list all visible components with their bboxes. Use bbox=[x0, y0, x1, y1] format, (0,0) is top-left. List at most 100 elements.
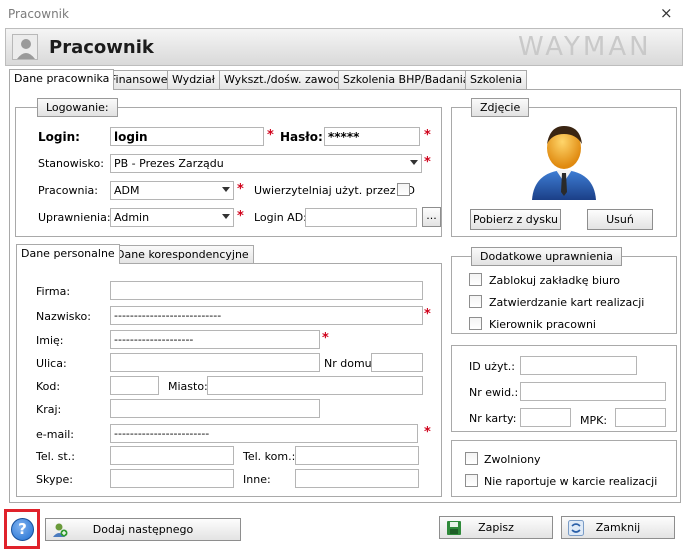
required-mark: * bbox=[424, 425, 431, 440]
required-mark: * bbox=[424, 155, 431, 170]
tab-wyksztalcenie[interactable]: Wykszt./dośw. zawod. bbox=[219, 70, 349, 89]
required-mark: * bbox=[237, 209, 244, 224]
help-icon[interactable]: ? bbox=[11, 518, 34, 541]
close-button[interactable]: Zamknij bbox=[561, 516, 675, 539]
login-group-title: Logowanie: bbox=[37, 98, 118, 117]
tab-szkolenia-bhp[interactable]: Szkolenia BHP/Badania bbox=[338, 70, 475, 89]
imie-input[interactable]: -------------------- bbox=[110, 330, 320, 349]
login-input[interactable]: login bbox=[110, 127, 264, 146]
firma-input[interactable] bbox=[110, 281, 423, 300]
dialog-title: Pracownik bbox=[49, 37, 154, 58]
help-highlight: ? bbox=[4, 509, 40, 549]
approve-cards-checkbox[interactable] bbox=[469, 295, 482, 308]
nr-ewid-input[interactable] bbox=[520, 382, 666, 401]
add-next-button[interactable]: Dodaj następnego bbox=[45, 518, 241, 541]
required-mark: * bbox=[424, 128, 431, 143]
position-label: Stanowisko: bbox=[38, 157, 104, 170]
chevron-down-icon bbox=[410, 160, 418, 165]
nazwisko-label: Nazwisko: bbox=[36, 310, 91, 323]
add-next-label: Dodaj następnego bbox=[92, 523, 194, 536]
workshop-value: ADM bbox=[114, 184, 140, 197]
wayman-logo: WAYMAN bbox=[518, 32, 652, 62]
workshop-label: Pracownia: bbox=[38, 184, 98, 197]
block-office-checkbox[interactable] bbox=[469, 273, 482, 286]
ulica-label: Ulica: bbox=[36, 357, 67, 370]
dialog-header: Pracownik WAYMAN bbox=[5, 28, 683, 66]
required-mark: * bbox=[237, 182, 244, 197]
tab-szkolenia[interactable]: Szkolenia bbox=[465, 70, 528, 89]
miasto-input[interactable] bbox=[207, 376, 423, 395]
save-label: Zapisz bbox=[478, 521, 514, 534]
chevron-down-icon bbox=[222, 187, 230, 192]
browse-button[interactable]: ... bbox=[422, 207, 441, 227]
no-report-checkbox[interactable] bbox=[465, 474, 478, 487]
email-label: e-mail: bbox=[36, 428, 75, 441]
workshop-manager-checkbox[interactable] bbox=[469, 317, 482, 330]
dismissed-label: Zwolniony bbox=[484, 453, 541, 466]
user-icon bbox=[12, 34, 38, 60]
chevron-down-icon bbox=[222, 214, 230, 219]
miasto-label: Miasto: bbox=[168, 380, 208, 393]
status-group bbox=[451, 440, 677, 497]
tab-wydzial[interactable]: Wydział bbox=[167, 70, 220, 89]
login-ad-label: Login AD: bbox=[254, 211, 307, 224]
block-office-label: Zablokuj zakładkę biuro bbox=[489, 274, 620, 287]
photo-group-title: Zdjęcie bbox=[471, 98, 530, 117]
nazwisko-input[interactable]: --------------------------- bbox=[110, 306, 423, 325]
ad-auth-label: Uwierzytelniaj użyt. przez AD bbox=[254, 184, 416, 197]
position-select[interactable]: PB - Prezes Zarządu bbox=[110, 154, 422, 173]
tab-dane-korespondencyjne[interactable]: Dane korespondencyjne bbox=[111, 245, 254, 263]
nr-ewid-label: Nr ewid.: bbox=[469, 386, 519, 399]
add-user-icon bbox=[52, 522, 68, 538]
permissions-label: Uprawnienia: bbox=[38, 211, 111, 224]
kod-input[interactable] bbox=[110, 376, 159, 395]
kraj-input[interactable] bbox=[110, 399, 320, 418]
dismissed-checkbox[interactable] bbox=[465, 452, 478, 465]
skype-input[interactable] bbox=[110, 469, 234, 488]
approve-cards-label: Zatwierdzanie kart realizacji bbox=[489, 296, 645, 309]
firma-label: Firma: bbox=[36, 285, 71, 298]
email-input[interactable]: ------------------------ bbox=[110, 424, 418, 443]
mpk-input[interactable] bbox=[615, 408, 666, 427]
upload-photo-button[interactable]: Pobierz z dysku bbox=[470, 209, 561, 230]
kraj-label: Kraj: bbox=[36, 403, 62, 416]
required-mark: * bbox=[424, 307, 431, 322]
remove-photo-button[interactable]: Usuń bbox=[587, 209, 653, 230]
permissions-value: Admin bbox=[114, 211, 150, 224]
user-avatar-icon bbox=[528, 120, 600, 200]
position-value: PB - Prezes Zarządu bbox=[114, 157, 224, 170]
refresh-close-icon bbox=[568, 520, 584, 536]
imie-label: Imię: bbox=[36, 334, 64, 347]
id-label: ID użyt.: bbox=[469, 360, 515, 373]
id-input[interactable] bbox=[520, 356, 637, 375]
tab-dane-personalne[interactable]: Dane personalne bbox=[16, 244, 120, 264]
tel-st-input[interactable] bbox=[110, 446, 234, 465]
tab-dane-pracownika[interactable]: Dane pracownika bbox=[9, 69, 115, 90]
ad-auth-checkbox[interactable] bbox=[397, 183, 410, 196]
permissions-select[interactable]: Admin bbox=[110, 208, 234, 227]
tel-kom-input[interactable] bbox=[295, 446, 419, 465]
tel-kom-label: Tel. kom.: bbox=[243, 450, 296, 463]
mpk-label: MPK: bbox=[580, 414, 608, 427]
login-ad-input[interactable] bbox=[305, 208, 417, 227]
nr-karty-label: Nr karty: bbox=[469, 412, 517, 425]
close-icon[interactable]: × bbox=[660, 4, 673, 22]
save-button[interactable]: Zapisz bbox=[439, 516, 553, 539]
tel-st-label: Tel. st.: bbox=[36, 450, 75, 463]
nr-karty-input[interactable] bbox=[520, 408, 571, 427]
password-input[interactable]: ***** bbox=[324, 127, 420, 146]
save-icon bbox=[446, 520, 462, 536]
tab-finansowe[interactable]: Finansowe bbox=[105, 70, 173, 89]
close-label: Zamknij bbox=[595, 521, 641, 534]
workshop-manager-label: Kierownik pracowni bbox=[489, 318, 596, 331]
workshop-select[interactable]: ADM bbox=[110, 181, 234, 200]
required-mark: * bbox=[267, 128, 274, 143]
login-label: Login: bbox=[38, 130, 80, 144]
extra-permissions-title: Dodatkowe uprawnienia bbox=[471, 247, 622, 266]
skype-label: Skype: bbox=[36, 473, 73, 486]
nr-domu-input[interactable] bbox=[371, 353, 423, 372]
inne-label: Inne: bbox=[243, 473, 271, 486]
ulica-input[interactable] bbox=[110, 353, 320, 372]
inne-input[interactable] bbox=[295, 469, 419, 488]
nr-domu-label: Nr domu: bbox=[324, 357, 376, 370]
